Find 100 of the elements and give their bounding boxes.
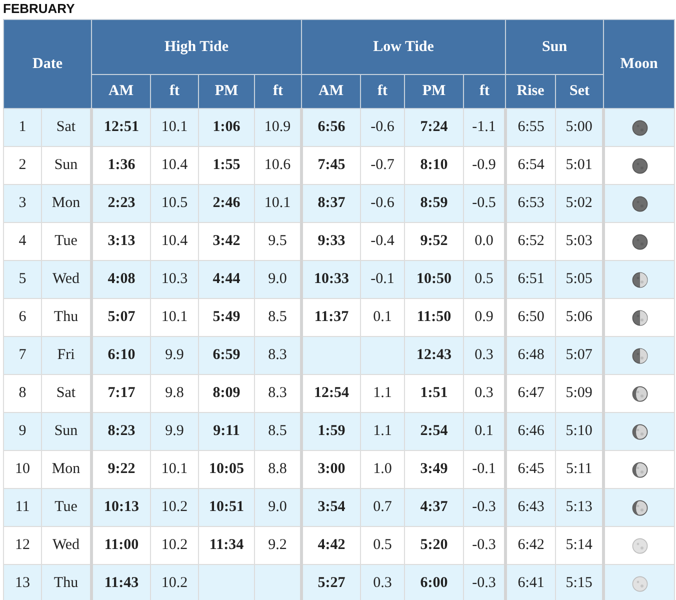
table-cell: 6:48 (518, 347, 544, 363)
table-cell: 4 (18, 233, 26, 249)
table-cell: Thu (54, 575, 78, 591)
column-header: Rise (516, 83, 544, 99)
column-header: PM (422, 83, 446, 99)
table-cell: 12:54 (314, 385, 349, 401)
table-cell: 0.0 (474, 233, 494, 249)
column-header: AM (318, 83, 344, 99)
table-cell: 10:05 (209, 461, 244, 477)
table-cell: -0.9 (472, 157, 496, 173)
column-header: Low Tide (373, 38, 434, 54)
table-cell: 11:37 (314, 309, 349, 325)
table-cell: 6:54 (518, 157, 544, 173)
table-cell: -0.4 (370, 233, 394, 249)
table-cell: 1:36 (108, 157, 136, 173)
table-cell: -0.3 (472, 575, 496, 591)
table-cell: 10:13 (104, 499, 139, 515)
table-cell: 5:20 (420, 537, 448, 553)
table-cell: 10.4 (161, 233, 188, 249)
table-cell: 0.7 (373, 499, 392, 515)
table-cell: 0.3 (373, 575, 392, 591)
table-cell: 5:10 (566, 423, 592, 439)
table-cell: -0.7 (370, 157, 394, 173)
table-cell: 0.1 (373, 309, 392, 325)
table-cell: Sun (54, 423, 78, 439)
table-cell: 5:15 (566, 575, 592, 591)
table-cell: 6:46 (518, 423, 544, 439)
table-cell: 1.0 (373, 461, 392, 477)
table-cell: 0.5 (474, 271, 494, 287)
table-cell: 10:50 (416, 271, 452, 287)
table-cell: 6:50 (518, 309, 544, 325)
table-cell: 8:37 (318, 195, 346, 211)
table-cell: 6:51 (518, 271, 544, 287)
table-cell: 3:13 (108, 233, 136, 249)
table-cell: Tue (54, 233, 78, 249)
table-cell: 9.2 (268, 537, 287, 553)
table-cell: 6:53 (518, 195, 544, 211)
table-cell: 10.9 (264, 119, 291, 135)
table-cell: 6:56 (318, 119, 346, 135)
table-cell: 8:59 (420, 195, 448, 211)
table-cell: 6:43 (518, 499, 544, 515)
table-cell: Sat (56, 385, 76, 401)
table-cell: 10:51 (209, 499, 244, 515)
table-cell: 9:11 (213, 423, 240, 439)
table-cell: 8.8 (268, 461, 287, 477)
table-cell: 10 (15, 461, 30, 477)
table-cell: 10:33 (314, 271, 349, 287)
column-header: Date (32, 56, 62, 72)
column-header: High Tide (164, 38, 229, 54)
table-cell: 6:00 (420, 575, 448, 591)
table-cell: 4:37 (420, 499, 448, 515)
table-cell: 8:23 (108, 423, 136, 439)
table-cell: 9 (18, 423, 26, 439)
table-cell: 5:14 (566, 537, 592, 553)
table-cell: 4:42 (318, 537, 346, 553)
table-cell: 12 (15, 537, 30, 553)
table-cell: 12:43 (416, 347, 452, 363)
table-cell: 8.5 (268, 309, 287, 325)
table-cell: 11:34 (209, 537, 244, 553)
column-header: Moon (620, 56, 658, 72)
table-cell: 5:07 (566, 347, 592, 363)
table-cell: 8.3 (268, 347, 287, 363)
table-cell: 6 (18, 309, 26, 325)
table-cell: 13 (15, 575, 30, 591)
table-cell: Mon (52, 461, 80, 477)
table-cell: 5:07 (108, 309, 136, 325)
table-cell: 8.3 (268, 385, 287, 401)
table-cell: 3 (18, 195, 26, 211)
table-cell: 0.3 (474, 385, 494, 401)
table-cell: 5:01 (566, 157, 592, 173)
table-cell: 10.1 (161, 309, 188, 325)
table-cell: 9:22 (108, 461, 136, 477)
table-cell: 10.1 (161, 461, 188, 477)
table-cell: 0.3 (474, 347, 494, 363)
table-cell: 11 (15, 499, 30, 515)
table-cell: 5:13 (566, 499, 592, 515)
table-cell: Wed (52, 537, 80, 553)
table-cell: 2:23 (108, 195, 136, 211)
table-cell: 1:55 (212, 157, 240, 173)
table-cell: -0.1 (472, 461, 496, 477)
table-cell: 3:42 (212, 233, 240, 249)
table-cell: 9.9 (165, 347, 184, 363)
column-header: ft (170, 83, 180, 99)
table-cell: 5:09 (566, 385, 592, 401)
table-cell: 6:10 (108, 347, 136, 363)
table-cell: 10.6 (264, 157, 291, 173)
month-title: FEBRUARY (3, 1, 75, 16)
table-cell: 9.9 (165, 423, 184, 439)
table-cell: 9.5 (268, 233, 287, 249)
column-header: Sun (542, 38, 568, 54)
table-cell: 6:59 (212, 347, 240, 363)
table-cell: 10.2 (161, 537, 188, 553)
table-cell: 2:46 (212, 195, 240, 211)
table-cell: -0.3 (472, 537, 496, 553)
table-cell: -0.5 (472, 195, 496, 211)
table-cell: 6:41 (518, 575, 544, 591)
table-cell: 6:47 (518, 385, 544, 401)
table-cell: 11:50 (416, 309, 452, 325)
table-cell: -0.3 (472, 499, 496, 515)
table-cell: 5:05 (566, 271, 592, 287)
